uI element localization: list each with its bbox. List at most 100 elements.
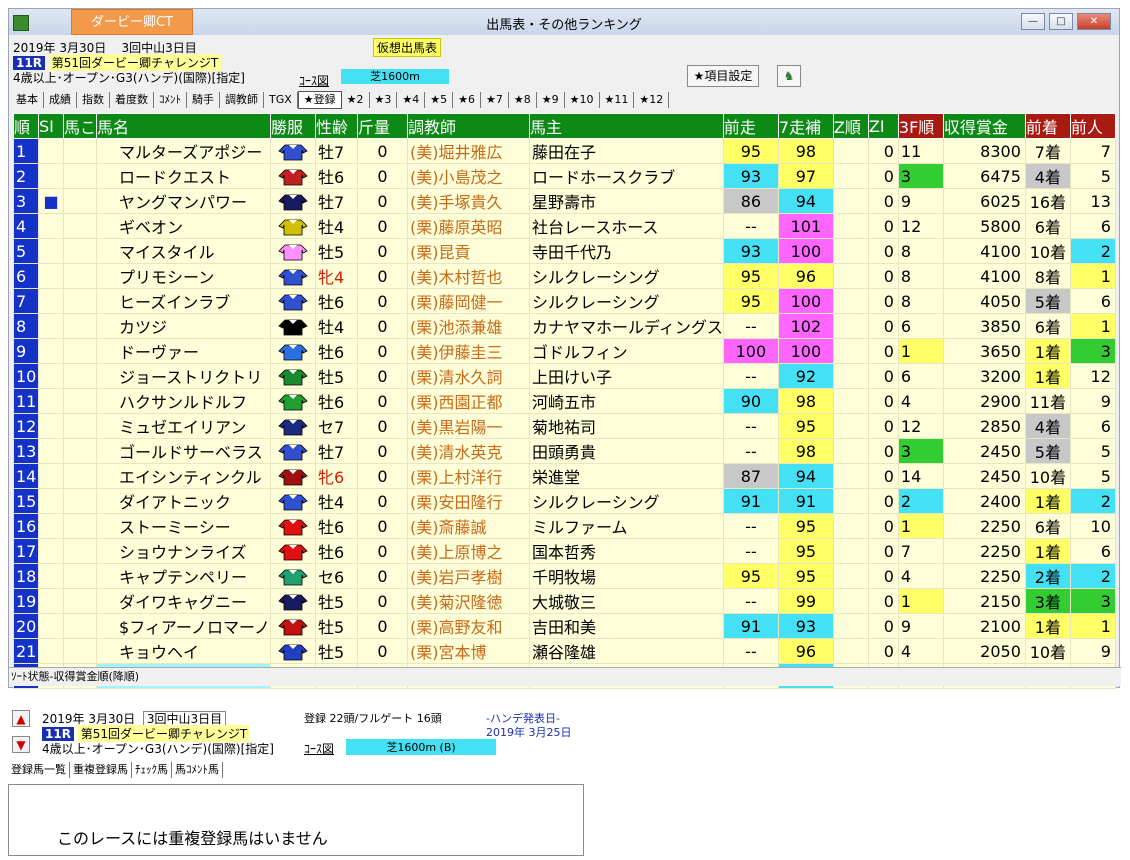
tab-20[interactable]: ★12 [634, 92, 670, 108]
column-header-3[interactable]: 馬こ [62, 113, 98, 139]
tab-2[interactable]: 成績 [44, 92, 77, 108]
lower-course-map-link[interactable]: ｺｰｽ図 [304, 740, 334, 757]
table-row[interactable]: 12 ミュゼエイリアン セ7 0 (美)黒岩陽一 菊地祐司 -- 95 0 12 2850 4着 6 [13, 413, 1116, 439]
table-row[interactable]: 6 プリモシーン 牝4 0 (美)木村哲也 シルクレーシング 95 96 0 8 4100 8着 1 [13, 263, 1116, 289]
cell-no: 14 [13, 463, 39, 489]
cell-sex: セ7 [315, 413, 358, 439]
table-row[interactable]: 14 エイシンティンクル 牝6 0 (栗)上村洋行 栄進堂 87 94 0 14 2450 10着 5 [13, 463, 1116, 489]
table-row[interactable]: 13 ゴールドサーベラス 牡7 0 (美)清水英克 田頭勇貴 -- 98 0 3 2450 5着 5 [13, 438, 1116, 464]
cell-zi: 0 [867, 163, 899, 189]
table-row[interactable]: 18 キャプテンペリー セ6 0 (美)岩戸孝樹 千明牧場 95 95 0 4 2250 2着 2 [13, 563, 1116, 589]
column-header-11[interactable]: 7走補 [777, 113, 834, 139]
cell-umako [62, 613, 98, 639]
table-row[interactable]: 7 ヒーズインラブ 牡6 0 (栗)藤岡健一 シルクレーシング 95 100 0 8 4050 5着 6 [13, 288, 1116, 314]
cell-umako [62, 263, 98, 289]
table-row[interactable]: 3 ■ ヤングマンパワー 牡7 0 (美)手塚貴久 星野壽市 86 94 0 9 6025 16着 13 [13, 188, 1116, 214]
cell-name: ヤングマンパワー [96, 188, 271, 214]
sort-status: ｿｰﾄ状態-収得賞金順(降順) [9, 667, 1121, 686]
table-row[interactable]: 4 ギベオン 牡4 0 (栗)藤原英昭 社台レースホース -- 101 0 12 5800 6着 6 [13, 213, 1116, 239]
column-header-2[interactable]: SI [38, 113, 64, 139]
tab-17[interactable]: ★9 [537, 92, 565, 108]
column-header-9[interactable]: 馬主 [529, 113, 724, 139]
cell-no: 19 [13, 588, 39, 614]
close-button[interactable]: ✕ [1077, 13, 1111, 30]
cell-sex: 牡6 [315, 163, 358, 189]
next-race-arrow-icon[interactable]: ▼ [12, 736, 30, 753]
table-row[interactable]: 9 ドーヴァー 牡6 0 (美)伊藤圭三 ゴドルフィン 100 100 0 1 3650 1着 3 [13, 338, 1116, 364]
jockey-silks-icon [277, 343, 309, 361]
lower-tab-2[interactable]: 重複登録馬 [70, 762, 132, 778]
tab-3[interactable]: 指数 [77, 92, 110, 108]
lower-tab-4[interactable]: 馬ｺﾒﾝﾄ馬 [172, 762, 223, 778]
cell-zjun [832, 438, 869, 464]
table-row[interactable]: 10 ジョーストリクトリ 牡5 0 (栗)清水久詞 上田けい子 -- 92 0 6 3200 1着 12 [13, 363, 1116, 389]
column-header-5[interactable]: 勝服 [270, 113, 316, 139]
maximize-button[interactable]: □ [1049, 13, 1073, 30]
column-header-8[interactable]: 調教師 [407, 113, 530, 139]
horse-figure-icon[interactable]: ♞ [777, 65, 801, 87]
column-header-6[interactable]: 性齢 [315, 113, 358, 139]
column-header-16[interactable]: 前着 [1024, 113, 1071, 139]
column-header-17[interactable]: 前人 [1069, 113, 1116, 139]
cell-trainer: (栗)宮本博 [407, 638, 530, 664]
column-header-12[interactable]: Z順 [832, 113, 869, 139]
column-header-7[interactable]: 斤量 [357, 113, 408, 139]
table-row[interactable]: 8 カツジ 牡4 0 (栗)池添兼雄 カナヤマホールディングス -- 102 0 6 3850 6着 1 [13, 313, 1116, 339]
column-header-15[interactable]: 収得賞金 [942, 113, 1026, 139]
table-row[interactable]: 15 ダイアトニック 牡4 0 (栗)安田隆行 シルクレーシング 91 91 0 2 2400 1着 2 [13, 488, 1116, 514]
tab-4[interactable]: 着度数 [110, 92, 154, 108]
table-row[interactable]: 21 キョウヘイ 牡5 0 (栗)宮本博 瀬谷隆雄 -- 96 0 4 2050 10着 9 [13, 638, 1116, 664]
cell-si: ■ [38, 188, 64, 214]
column-header-13[interactable]: ZI [867, 113, 899, 139]
cell-no: 6 [13, 263, 39, 289]
tab-19[interactable]: ★11 [600, 92, 635, 108]
cell-zenso: -- [722, 413, 779, 439]
tab-8[interactable]: TGX [264, 92, 298, 108]
tab-13[interactable]: ★5 [425, 92, 454, 108]
tab-11[interactable]: ★3 [370, 92, 398, 108]
tab-5[interactable]: ｺﾒﾝﾄ [154, 92, 187, 108]
lower-tab-3[interactable]: ﾁｪｯｸ馬 [132, 762, 172, 778]
cell-owner: 藤田在子 [529, 138, 724, 164]
tab-6[interactable]: 騎手 [187, 92, 220, 108]
column-header-1[interactable]: 順 [13, 113, 39, 139]
tab-18[interactable]: ★10 [565, 92, 600, 108]
lower-tab-1[interactable]: 登録馬一覧 [8, 762, 70, 778]
cell-zen: 1着 [1024, 538, 1071, 564]
table-row[interactable]: 20 $フィアーノロマーノ 牡5 0 (栗)高野友和 吉田和美 91 93 0 9 2100 1着 1 [13, 613, 1116, 639]
course-map-link[interactable]: ｺｰｽ図 [299, 72, 329, 89]
cell-zen: 6着 [1024, 313, 1071, 339]
table-row[interactable]: 5 マイスタイル 牡5 0 (栗)昆貢 寺田千代乃 93 100 0 8 4100 10着 2 [13, 238, 1116, 264]
cell-zenso: -- [722, 513, 779, 539]
column-header-4[interactable]: 馬名 [96, 113, 271, 139]
tab-16[interactable]: ★8 [509, 92, 537, 108]
cell-kin: 0 [357, 263, 408, 289]
table-row[interactable]: 11 ハクサンルドルフ 牡6 0 (栗)西園正都 河崎五市 90 98 0 4 2900 11着 9 [13, 388, 1116, 414]
prev-race-arrow-icon[interactable]: ▲ [12, 710, 30, 727]
cell-nana: 96 [777, 638, 834, 664]
tab-9[interactable]: ★登録 [297, 91, 342, 109]
cell-zjun [832, 613, 869, 639]
cell-umako [62, 238, 98, 264]
tab-10[interactable]: ★2 [342, 92, 370, 108]
cell-zenso: 93 [722, 163, 779, 189]
table-row[interactable]: 19 ダイワキャグニー 牡5 0 (美)菊沢隆徳 大城敬三 -- 99 0 1 2150 3着 3 [13, 588, 1116, 614]
cell-sex: 牝4 [315, 263, 358, 289]
tab-1[interactable]: 基本 [11, 92, 44, 108]
cell-si [38, 263, 64, 289]
tab-14[interactable]: ★6 [453, 92, 482, 108]
table-row[interactable]: 1 マルターズアポジー 牡7 0 (美)堀井雅広 藤田在子 95 98 0 11 8300 7着 7 [13, 138, 1116, 164]
table-row[interactable]: 17 ショウナンライズ 牡6 0 (美)上原博之 国本哲秀 -- 95 0 7 2250 1着 6 [13, 538, 1116, 564]
cell-sex: 牡5 [315, 588, 358, 614]
column-header-14[interactable]: 3F順 [897, 113, 944, 139]
item-settings-button[interactable]: ★項目設定 [687, 65, 759, 87]
tab-7[interactable]: 調教師 [220, 92, 264, 108]
jockey-silks-icon [277, 518, 309, 536]
tab-12[interactable]: ★4 [397, 92, 426, 108]
column-header-10[interactable]: 前走 [722, 113, 779, 139]
table-row[interactable]: 2 ロードクエスト 牡6 0 (美)小島茂之 ロードホースクラブ 93 97 0 3 6475 4着 5 [13, 163, 1116, 189]
minimize-button[interactable]: — [1021, 13, 1045, 30]
table-row[interactable]: 16 ストーミーシー 牡6 0 (美)斎藤誠 ミルファーム -- 95 0 1 2250 6着 10 [13, 513, 1116, 539]
cell-f3: 4 [897, 388, 944, 414]
tab-15[interactable]: ★7 [481, 92, 509, 108]
